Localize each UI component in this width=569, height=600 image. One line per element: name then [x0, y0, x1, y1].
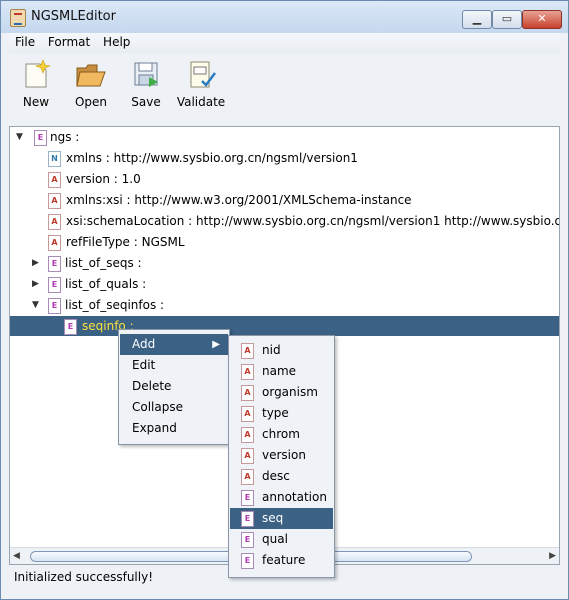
menu-bar: File Format Help — [9, 33, 560, 53]
element-icon: E — [241, 553, 254, 569]
expanded-arrow-icon[interactable]: ▼ — [32, 295, 39, 315]
attribute-icon: A — [241, 469, 254, 485]
tree-node-label: xsi:schemaLocation : http://www.sysbio.o… — [66, 214, 559, 228]
attribute-icon: A — [241, 406, 254, 422]
new-file-icon — [25, 59, 51, 88]
new-button[interactable]: New — [10, 57, 62, 117]
open-label: Open — [74, 95, 108, 109]
submenu-item-label: seq — [262, 511, 284, 525]
tree-node-label: list_of_quals : — [65, 277, 147, 291]
attribute-icon: A — [48, 193, 61, 209]
collapsed-arrow-icon[interactable]: ▶ — [32, 274, 39, 294]
submenu-item-name[interactable]: A name — [230, 361, 333, 382]
menu-help[interactable]: Help — [100, 33, 133, 52]
minimize-button[interactable]: ▁ — [462, 10, 492, 29]
new-label: New — [22, 95, 50, 109]
element-icon: E — [48, 256, 61, 272]
menu-file[interactable]: File — [12, 33, 38, 52]
submenu-item-label: name — [262, 364, 297, 378]
attribute-icon: A — [48, 235, 61, 251]
menu-format[interactable]: Format — [45, 33, 93, 52]
namespace-icon: N — [48, 151, 61, 167]
submenu-item-desc[interactable]: A desc — [230, 466, 333, 487]
attribute-icon: A — [241, 427, 254, 443]
window-title: NGSMLEditor — [31, 9, 116, 24]
expanded-arrow-icon[interactable]: ▼ — [16, 127, 23, 147]
tree-node-label: xmlns:xsi : http://www.w3.org/2001/XMLSc… — [66, 193, 412, 207]
submenu-item-nid[interactable]: A nid — [230, 340, 333, 361]
submenu-item-annotation[interactable]: E annotation — [230, 487, 333, 508]
element-icon: E — [34, 130, 47, 146]
add-submenu: A nid A name A organism A type A chrom A… — [228, 335, 335, 578]
submenu-item-label: nid — [262, 343, 281, 357]
maximize-button[interactable]: ▭ — [492, 10, 522, 29]
submenu-item-label: organism — [262, 385, 318, 399]
validate-label: Validate — [176, 95, 226, 109]
submenu-item-label: desc — [262, 469, 290, 483]
tree-node-label: xmlns : http://www.sysbio.org.cn/ngsml/v… — [66, 151, 358, 165]
collapsed-arrow-icon[interactable]: ▶ — [32, 253, 39, 273]
open-folder-icon — [76, 64, 106, 87]
attribute-icon: A — [241, 343, 254, 359]
tree-node-label: list_of_seqs : — [65, 256, 142, 270]
submenu-item-organism[interactable]: A organism — [230, 382, 333, 403]
submenu-item-version[interactable]: A version — [230, 445, 333, 466]
scroll-left-icon[interactable]: ◀ — [13, 551, 20, 561]
open-button[interactable]: Open — [65, 57, 117, 117]
menu-item-edit[interactable]: Edit — [120, 355, 228, 376]
submenu-item-chrom[interactable]: A chrom — [230, 424, 333, 445]
menu-item-delete[interactable]: Delete — [120, 376, 228, 397]
save-disk-icon — [134, 62, 158, 87]
element-icon: E — [241, 490, 254, 506]
attribute-icon: A — [241, 364, 254, 380]
submenu-item-label: chrom — [262, 427, 300, 441]
submenu-item-label: type — [262, 406, 289, 420]
submenu-item-seq[interactable]: E seq — [230, 508, 333, 529]
save-button[interactable]: Save — [120, 57, 172, 117]
tree-node-label: ngs : — [50, 130, 80, 144]
element-icon: E — [241, 532, 254, 548]
submenu-item-qual[interactable]: E qual — [230, 529, 333, 550]
attribute-icon: A — [48, 172, 61, 188]
submenu-item-label: qual — [262, 532, 288, 546]
submenu-item-feature[interactable]: E feature — [230, 550, 333, 571]
save-label: Save — [131, 95, 161, 109]
close-button[interactable]: ✕ — [522, 10, 562, 29]
element-icon: E — [48, 277, 61, 293]
validate-icon — [190, 61, 216, 88]
toolbar: New Open Save Validate — [9, 53, 560, 121]
app-icon — [10, 9, 26, 27]
attribute-icon: A — [241, 448, 254, 464]
element-icon: E — [48, 298, 61, 314]
status-text: Initialized successfully! — [14, 570, 154, 584]
submenu-arrow-icon: ▶ — [212, 339, 220, 350]
tree-node-label: refFileType : NGSML — [66, 235, 185, 249]
tree-node-label: version : 1.0 — [66, 172, 141, 186]
menu-item-expand[interactable]: Expand — [120, 418, 228, 439]
submenu-item-label: annotation — [262, 490, 327, 504]
element-icon: E — [241, 511, 254, 527]
attribute-icon: A — [48, 214, 61, 230]
submenu-item-label: version — [262, 448, 306, 462]
tree-node-label: list_of_seqinfos : — [65, 298, 165, 312]
submenu-item-type[interactable]: A type — [230, 403, 333, 424]
element-icon: E — [64, 319, 77, 335]
context-menu: Add ▶ Edit Delete Collapse Expand — [118, 329, 230, 445]
menu-item-add[interactable]: Add ▶ — [120, 334, 228, 355]
title-bar: NGSMLEditor ▁ ▭ ✕ — [1, 1, 568, 33]
menu-item-collapse[interactable]: Collapse — [120, 397, 228, 418]
menu-item-label: Add — [132, 337, 156, 351]
scroll-right-icon[interactable]: ▶ — [549, 551, 556, 561]
submenu-item-label: feature — [262, 553, 306, 567]
validate-button[interactable]: Validate — [173, 57, 229, 117]
attribute-icon: A — [241, 385, 254, 401]
